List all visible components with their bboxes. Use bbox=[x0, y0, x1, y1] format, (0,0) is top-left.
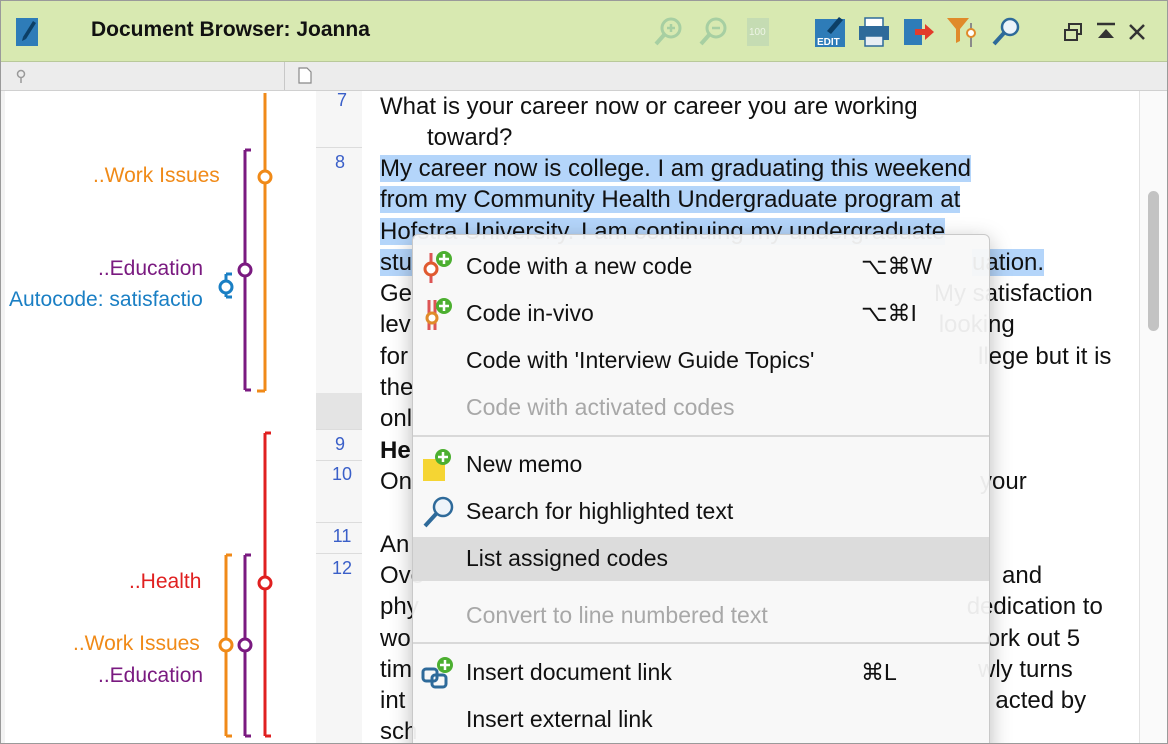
line-number: 8 bbox=[334, 152, 345, 172]
code-label-work-issues-2[interactable]: ..Work Issues bbox=[73, 632, 200, 656]
line-separator bbox=[316, 522, 362, 523]
text-line: tim bbox=[380, 655, 412, 683]
text-line: On bbox=[380, 468, 413, 495]
menu-item-label: Search for highlighted text bbox=[466, 498, 734, 524]
line-number: 9 bbox=[334, 434, 345, 454]
reset-zoom-icon[interactable]: 100 bbox=[741, 15, 775, 49]
column-header bbox=[1, 62, 1167, 91]
zoom-in-icon[interactable] bbox=[651, 15, 685, 49]
window-title: Document Browser: Joanna bbox=[91, 18, 370, 41]
menu-item-search-highlighted-text[interactable]: Search for highlighted text bbox=[413, 490, 989, 534]
menu-item-insert-external-link[interactable]: Insert external link bbox=[413, 698, 989, 742]
menu-item-label: Code in-vivo bbox=[466, 300, 594, 326]
text-line: int bbox=[380, 687, 406, 715]
menu-item-label: New memo bbox=[466, 451, 583, 477]
menu-item-label: Code with 'Interview Guide Topics' bbox=[466, 347, 815, 373]
text-line: onl bbox=[380, 405, 413, 433]
menu-item-label: Code with a new code bbox=[466, 253, 693, 279]
menu-item-new-memo[interactable]: New memo bbox=[413, 443, 989, 487]
close-icon[interactable] bbox=[1120, 15, 1154, 49]
code-label-education-2[interactable]: ..Education bbox=[98, 664, 203, 688]
text-line: Ge bbox=[380, 280, 413, 308]
line-number: 10 bbox=[331, 464, 353, 484]
edit-label: EDIT bbox=[817, 37, 840, 48]
line-separator bbox=[316, 460, 362, 461]
menu-item-shortcut: ⌘L bbox=[861, 659, 897, 685]
detach-window-icon[interactable] bbox=[1056, 15, 1090, 49]
text-line: ork out 5 bbox=[986, 624, 1081, 652]
document-link-icon bbox=[419, 655, 459, 691]
line-number: 11 bbox=[332, 526, 352, 546]
menu-item-code-with-activated-codes[interactable]: Code with activated codes bbox=[413, 386, 989, 430]
in-vivo-code-icon bbox=[419, 296, 459, 332]
code-label-health[interactable]: ..Health bbox=[129, 570, 201, 594]
text-line: and bbox=[1002, 562, 1043, 589]
code-label-education[interactable]: ..Education bbox=[98, 257, 203, 281]
text-line: wly turns bbox=[978, 655, 1073, 683]
line-separator bbox=[316, 429, 362, 430]
menu-item-code-in-vivo[interactable]: Code in-vivo ⌥⌘I bbox=[413, 292, 989, 336]
menu-item-list-assigned-codes[interactable]: List assigned codes bbox=[413, 537, 989, 581]
menu-item-label: Insert external link bbox=[466, 706, 653, 732]
highlighted-text: My career now is college. I am graduatin… bbox=[380, 155, 971, 182]
text-line: What is your career now or career you ar… bbox=[380, 93, 918, 120]
vertical-scrollbar[interactable] bbox=[1139, 91, 1167, 743]
search-icon[interactable] bbox=[989, 15, 1023, 49]
menu-item-code-with-new-code[interactable]: Code with a new code ⌥⌘W bbox=[413, 245, 989, 289]
menu-item-shortcut: ⌥⌘I bbox=[861, 300, 917, 326]
menu-item-shortcut: ⌥⌘W bbox=[861, 253, 933, 279]
new-memo-icon bbox=[419, 447, 459, 483]
menu-separator bbox=[413, 435, 989, 437]
menu-item-label: List assigned codes bbox=[466, 545, 669, 571]
code-margin-header-icon[interactable] bbox=[15, 68, 27, 87]
menu-item-label: Code with activated codes bbox=[466, 394, 735, 420]
search-icon bbox=[419, 494, 459, 530]
scrollbar-thumb[interactable] bbox=[1148, 191, 1159, 331]
line-separator bbox=[316, 147, 362, 148]
line-separator bbox=[316, 553, 362, 554]
paragraph-7[interactable]: What is your career now or career you ar… bbox=[380, 91, 1120, 154]
document-browser-icon bbox=[15, 15, 41, 47]
highlighted-text: stu bbox=[380, 248, 413, 276]
zoom-out-icon[interactable] bbox=[696, 15, 730, 49]
line-number: 7 bbox=[336, 90, 347, 110]
filter-codes-icon[interactable] bbox=[945, 15, 979, 49]
menu-item-insert-document-link[interactable]: Insert document link ⌘L bbox=[413, 651, 989, 695]
edit-icon[interactable]: EDIT bbox=[813, 15, 847, 49]
menu-item-convert-to-line-numbered-text[interactable]: Convert to line numbered text bbox=[413, 594, 989, 638]
code-label-work-issues[interactable]: ..Work Issues bbox=[93, 164, 220, 188]
text-line: for bbox=[380, 342, 409, 370]
text-line: acted by bbox=[995, 687, 1087, 715]
title-bar: Document Browser: Joanna 100 EDIT bbox=[1, 1, 1167, 62]
print-icon[interactable] bbox=[857, 15, 891, 49]
menu-item-code-with-interview-guide-topics[interactable]: Code with 'Interview Guide Topics' bbox=[413, 339, 989, 383]
reset-zoom-label: 100 bbox=[749, 27, 766, 38]
document-browser-window: Document Browser: Joanna 100 EDIT ..Work… bbox=[0, 0, 1168, 744]
text-line: wo bbox=[380, 624, 411, 652]
export-icon[interactable] bbox=[901, 15, 935, 49]
text-line: lev bbox=[380, 311, 411, 339]
line-number: 12 bbox=[331, 558, 353, 578]
menu-separator bbox=[413, 642, 989, 644]
highlighted-text: from my Community Health Undergraduate p… bbox=[380, 186, 961, 214]
document-header-icon[interactable] bbox=[298, 67, 312, 89]
collapse-icon[interactable] bbox=[1089, 15, 1123, 49]
column-divider[interactable] bbox=[284, 62, 285, 90]
menu-item-label: Insert document link bbox=[466, 659, 672, 685]
new-code-icon bbox=[419, 249, 459, 285]
menu-item-label: Convert to line numbered text bbox=[466, 602, 768, 628]
code-label-autocode[interactable]: Autocode: satisfactio bbox=[9, 288, 203, 312]
context-menu: Code with a new code ⌥⌘W Code in-vivo ⌥⌘… bbox=[412, 234, 990, 743]
text-line: toward? bbox=[427, 124, 513, 152]
empty-paragraph-marker bbox=[316, 393, 362, 429]
